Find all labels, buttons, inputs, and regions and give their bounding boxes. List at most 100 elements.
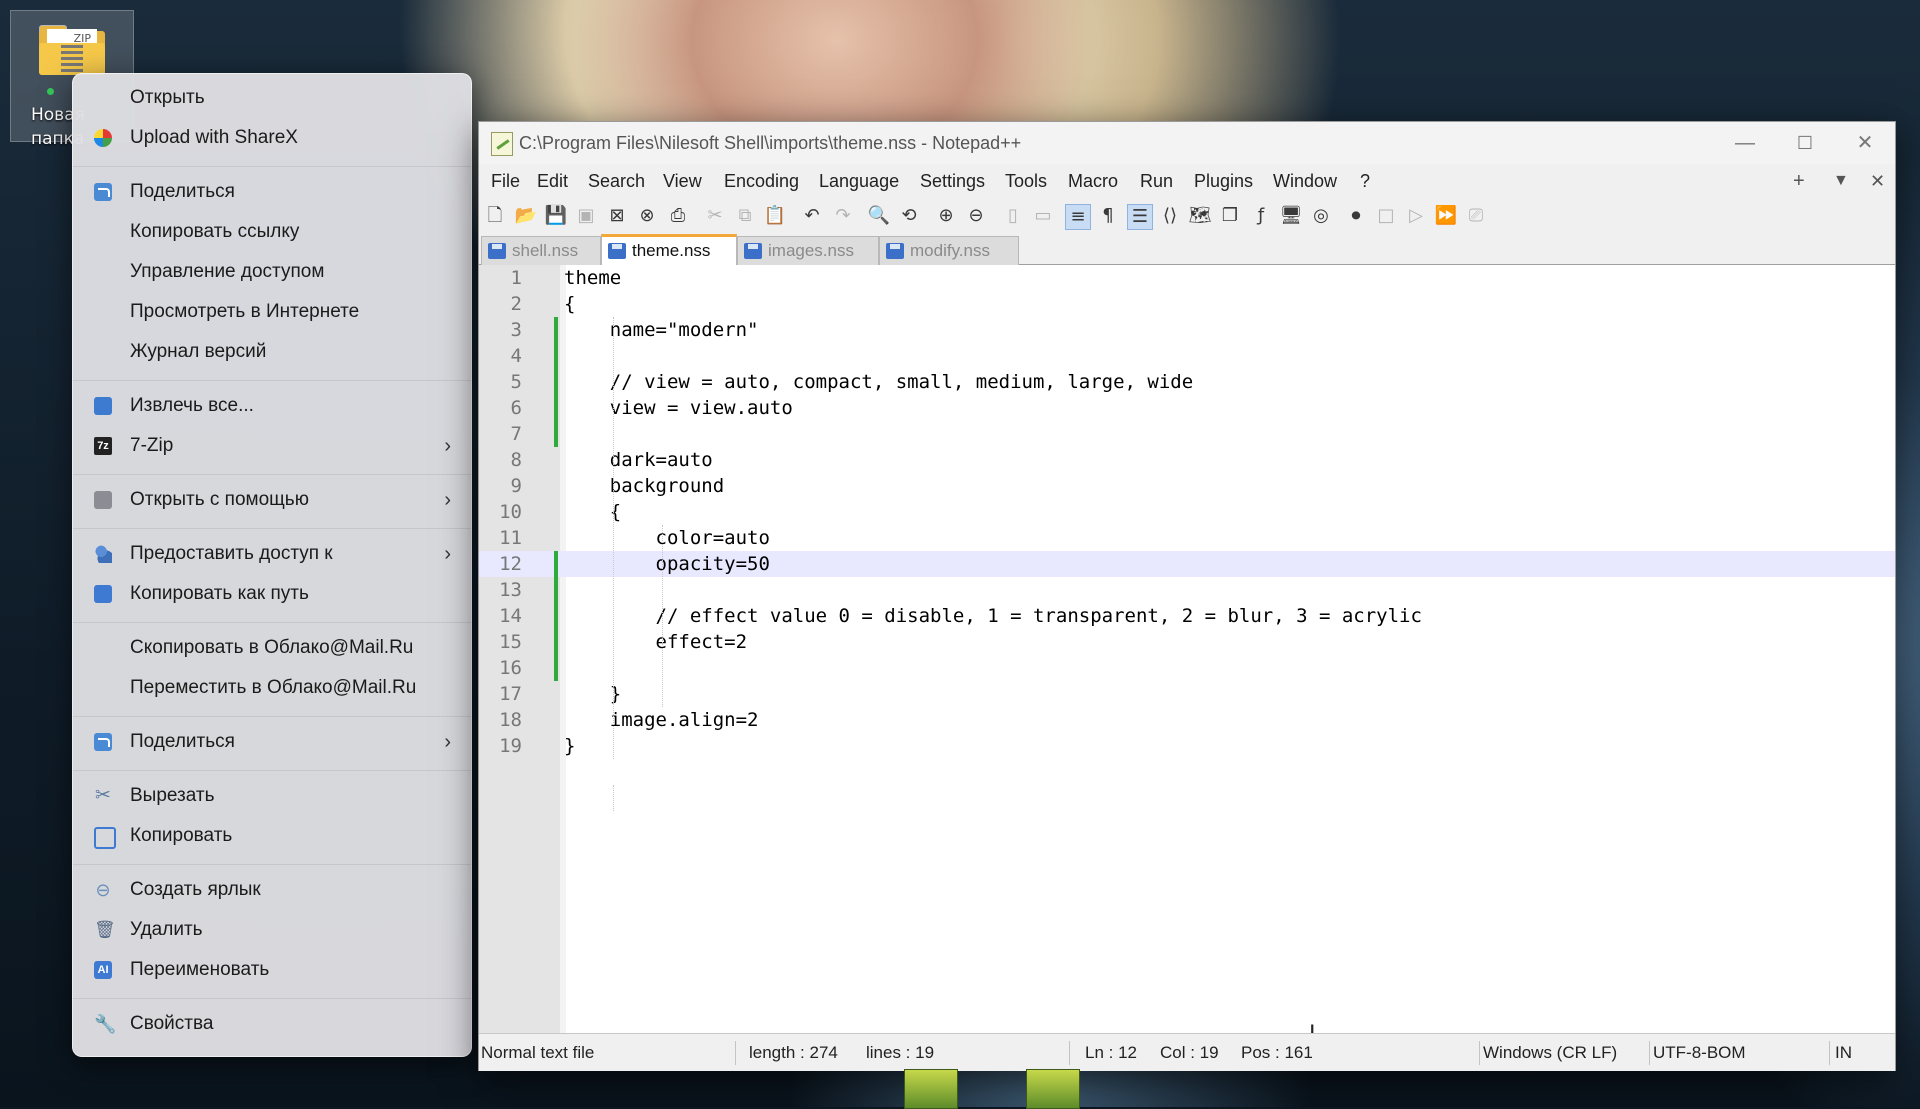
menu-item-copy-link[interactable]: Копировать ссылку	[73, 213, 471, 251]
menu-search[interactable]: Search	[588, 164, 645, 198]
code-line[interactable]: 8 dark=auto	[479, 447, 1895, 473]
tab-shell-nss[interactable]: shell.nss	[481, 236, 601, 265]
code-text[interactable]: image.align=2	[564, 707, 759, 733]
menu-file[interactable]: File	[491, 164, 520, 198]
menu-item-create-shortcut[interactable]: ⊖ Создать ярлык	[73, 871, 471, 909]
undo-icon[interactable]: ↶	[800, 204, 824, 228]
close-icon[interactable]: ⊠	[605, 204, 629, 228]
menu-item-upload-sharex[interactable]: Upload with ShareX	[73, 119, 471, 157]
new-file-icon[interactable]: 🗋	[483, 204, 507, 228]
menu-edit[interactable]: Edit	[537, 164, 568, 198]
find-icon[interactable]: 🔍	[867, 204, 891, 228]
menu-item-extract-all[interactable]: Извлечь все...	[73, 387, 471, 425]
record-macro-icon[interactable]: ⏺	[1344, 204, 1368, 228]
tab-images-nss[interactable]: images.nss	[737, 236, 879, 265]
menu-item-move-to-cloud[interactable]: Переместить в Облако@Mail.Ru	[73, 669, 471, 707]
word-wrap-icon[interactable]: ≡	[1065, 204, 1091, 230]
show-all-characters-icon[interactable]: ¶	[1096, 204, 1120, 228]
menu-window[interactable]: Window	[1273, 164, 1337, 198]
menu-tools[interactable]: Tools	[1005, 164, 1047, 198]
taskbar-app-icon[interactable]	[1026, 1069, 1080, 1109]
menu-encoding[interactable]: Encoding	[724, 164, 799, 198]
menu-item-view-online[interactable]: Просмотреть в Интернете	[73, 293, 471, 331]
menu-language[interactable]: Language	[819, 164, 899, 198]
menu-item-cut[interactable]: ✂ Вырезать	[73, 777, 471, 815]
code-line[interactable]: 3 name="modern"	[479, 317, 1895, 343]
copy-icon[interactable]: ⧉	[733, 204, 757, 228]
menu-plugins[interactable]: Plugins	[1194, 164, 1253, 198]
code-text[interactable]: }	[564, 733, 575, 759]
menu-view[interactable]: View	[663, 164, 702, 198]
paste-icon[interactable]: 📋	[763, 204, 787, 228]
menu-run[interactable]: Run	[1140, 164, 1173, 198]
menu-item-copy-to-cloud[interactable]: Скопировать в Облако@Mail.Ru	[73, 629, 471, 667]
menu-item-open-with[interactable]: Открыть с помощью ›	[73, 481, 471, 519]
menu-item-delete[interactable]: 🗑 Удалить	[73, 911, 471, 949]
redo-icon[interactable]: ↷	[831, 204, 855, 228]
code-text[interactable]: view = view.auto	[564, 395, 793, 421]
tab-theme-nss[interactable]: theme.nss	[601, 234, 737, 267]
menu-item-copy[interactable]: Копировать	[73, 817, 471, 855]
code-line[interactable]: 11 color=auto	[479, 525, 1895, 551]
maximize-button[interactable]: ☐	[1775, 122, 1835, 164]
udl-icon[interactable]: ⟨⟩	[1158, 204, 1182, 228]
stop-macro-icon[interactable]: □	[1374, 204, 1398, 228]
menu-item-rename[interactable]: AI Переименовать	[73, 951, 471, 989]
close-document-icon[interactable]: ✕	[1870, 164, 1885, 198]
code-line[interactable]: 5 // view = auto, compact, small, medium…	[479, 369, 1895, 395]
menu-item-copy-as-path[interactable]: Копировать как путь	[73, 575, 471, 613]
code-line[interactable]: 15 effect=2	[479, 629, 1895, 655]
code-line[interactable]: 4	[479, 343, 1895, 369]
function-list-icon[interactable]: ƒ	[1249, 204, 1273, 228]
code-text[interactable]: effect=2	[564, 629, 748, 655]
print-icon[interactable]: ⎙	[666, 204, 690, 228]
close-button[interactable]: ✕	[1835, 122, 1895, 164]
menu-help[interactable]: ?	[1360, 164, 1370, 198]
save-icon[interactable]: 💾	[544, 204, 568, 228]
code-line[interactable]: 7	[479, 421, 1895, 447]
code-line[interactable]: 12 opacity=50	[479, 551, 1895, 577]
document-list-icon[interactable]: ❐	[1218, 204, 1242, 228]
menu-settings[interactable]: Settings	[920, 164, 985, 198]
menu-item-share-onedrive[interactable]: Поделиться	[73, 173, 471, 211]
new-tab-plus-icon[interactable]: +	[1793, 164, 1805, 198]
menu-macro[interactable]: Macro	[1068, 164, 1118, 198]
menu-item-give-access[interactable]: Предоставить доступ к ›	[73, 535, 471, 573]
title-bar[interactable]: C:\Program Files\Nilesoft Shell\imports\…	[479, 122, 1895, 164]
code-text[interactable]: opacity=50	[564, 551, 770, 577]
code-line[interactable]: 6 view = view.auto	[479, 395, 1895, 421]
tab-list-dropdown-icon[interactable]: ▼	[1833, 164, 1849, 198]
code-line[interactable]: 13	[479, 577, 1895, 603]
replace-icon[interactable]: ⟲	[897, 204, 921, 228]
code-text[interactable]: theme	[564, 265, 621, 291]
code-line[interactable]: 19}	[479, 733, 1895, 759]
code-text[interactable]: // view = auto, compact, small, medium, …	[564, 369, 1193, 395]
code-line[interactable]: 17 }	[479, 681, 1895, 707]
code-text[interactable]: // effect value 0 = disable, 1 = transpa…	[564, 603, 1422, 629]
code-line[interactable]: 9 background	[479, 473, 1895, 499]
tab-modify-nss[interactable]: modify.nss	[879, 236, 1019, 265]
code-line[interactable]: 16	[479, 655, 1895, 681]
folder-as-workspace-icon[interactable]: 🖥	[1279, 204, 1303, 228]
menu-item-manage-access[interactable]: Управление доступом	[73, 253, 471, 291]
indent-guide-icon[interactable]: ☰	[1127, 204, 1153, 230]
save-macro-icon[interactable]: ⎚	[1464, 204, 1488, 228]
taskbar-app-icon[interactable]	[904, 1069, 958, 1109]
minimize-button[interactable]: —	[1715, 122, 1775, 164]
menu-item-share[interactable]: Поделиться ›	[73, 723, 471, 761]
document-map-icon[interactable]: 🗺	[1188, 204, 1212, 228]
code-line[interactable]: 10 {	[479, 499, 1895, 525]
code-line[interactable]: 2{	[479, 291, 1895, 317]
code-editor[interactable]: 1 theme 2{3 name="modern" 4 5 // view = auto…	[479, 265, 1895, 1047]
zoom-out-icon[interactable]: ⊖	[964, 204, 988, 228]
status-encoding[interactable]: UTF-8-BOM	[1653, 1034, 1746, 1071]
menu-item-properties[interactable]: 🔧 Свойства	[73, 1005, 471, 1043]
play-macro-icon[interactable]: ▷	[1404, 204, 1428, 228]
menu-item-open[interactable]: Открыть	[73, 79, 471, 117]
sync-horizontal-icon[interactable]: ▭	[1031, 204, 1055, 228]
close-all-icon[interactable]: ⊗	[635, 204, 659, 228]
monitoring-icon[interactable]: ◎	[1309, 204, 1333, 228]
code-text[interactable]: name="modern"	[564, 317, 759, 343]
sync-vertical-icon[interactable]: ▯	[1001, 204, 1025, 228]
save-all-icon[interactable]: ▣	[574, 204, 598, 228]
